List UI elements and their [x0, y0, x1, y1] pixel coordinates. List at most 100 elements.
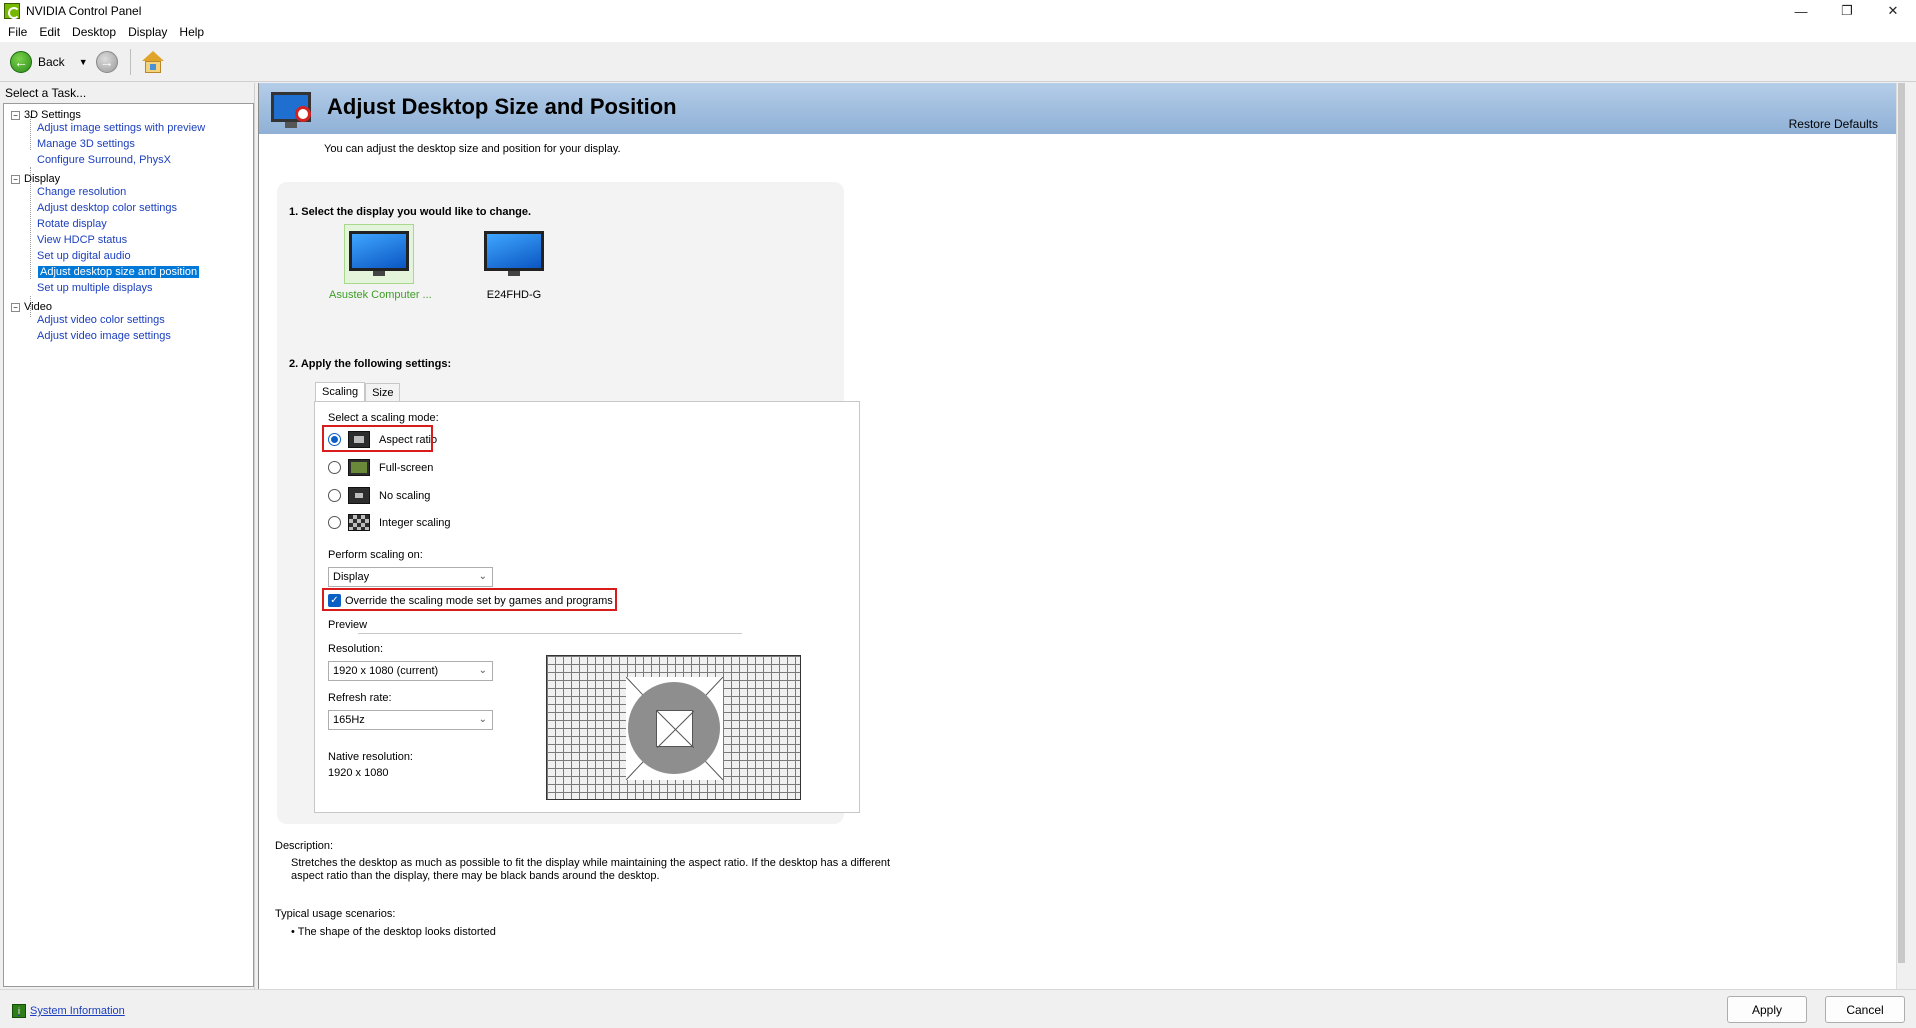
system-information-link[interactable]: i System Information [12, 1004, 125, 1018]
display-name: Asustek Computer ... [329, 289, 432, 301]
page-title: Adjust Desktop Size and Position [327, 94, 677, 119]
task-set-up-multiple-displays[interactable]: Set up multiple displays [37, 282, 153, 294]
sidebar-header: Select a Task... [5, 86, 87, 100]
refresh-rate-select[interactable]: 165Hz ⌄ [328, 710, 493, 730]
preview-label: Preview [328, 619, 368, 631]
apply-button[interactable]: Apply [1727, 996, 1807, 1023]
toolbar-separator [129, 48, 131, 75]
footer-bar: i System Information Apply Cancel [0, 989, 1916, 1028]
menu-file[interactable]: File [2, 25, 33, 39]
description-line-2: aspect ratio than the display, there may… [291, 870, 660, 882]
task-set-up-digital-audio[interactable]: Set up digital audio [37, 250, 131, 262]
task-adjust-desktop-size-position[interactable]: Adjust desktop size and position [38, 266, 200, 278]
tree-group-label: Video [24, 301, 52, 313]
description-line-1: Stretches the desktop as much as possibl… [291, 857, 891, 869]
select-value: 165Hz [333, 714, 365, 726]
radio-button[interactable] [328, 489, 341, 502]
tree-group-display[interactable]: − Display [11, 173, 60, 185]
forward-arrow-icon[interactable]: → [95, 50, 118, 73]
task-tree: − 3D Settings Adjust image settings with… [3, 103, 254, 987]
maximize-button[interactable]: ❐ [1824, 0, 1870, 22]
menu-desktop[interactable]: Desktop [66, 25, 122, 39]
collapse-icon[interactable]: − [11, 302, 20, 312]
tree-group-3d-settings[interactable]: − 3D Settings [11, 109, 81, 121]
resolution-select[interactable]: 1920 x 1080 (current) ⌄ [328, 661, 493, 681]
menu-help[interactable]: Help [173, 25, 210, 39]
collapse-icon[interactable]: − [11, 110, 20, 120]
select-value: 1920 x 1080 (current) [333, 665, 439, 677]
nvidia-app-icon [4, 3, 20, 19]
perform-scaling-select[interactable]: Display ⌄ [328, 567, 493, 587]
monitor-icon [484, 231, 544, 277]
description-label: Description: [275, 840, 334, 852]
usage-scenario-item: • The shape of the desktop looks distort… [291, 926, 496, 938]
radio-no-scaling[interactable]: No scaling [328, 487, 430, 504]
cancel-button[interactable]: Cancel [1825, 996, 1905, 1023]
page-intro-text: You can adjust the desktop size and posi… [324, 143, 621, 155]
system-information-label: System Information [30, 1005, 125, 1017]
task-view-hdcp-status[interactable]: View HDCP status [37, 234, 127, 246]
menu-display[interactable]: Display [122, 25, 173, 39]
restore-defaults-link[interactable]: Restore Defaults [1789, 117, 1878, 131]
close-button[interactable]: ✕ [1870, 0, 1916, 22]
select-value: Display [333, 571, 370, 583]
chevron-down-icon: ⌄ [478, 665, 487, 676]
menu-bar: File Edit Desktop Display Help [0, 22, 1916, 42]
main-panel: Adjust Desktop Size and Position Restore… [258, 83, 1905, 989]
radio-button[interactable] [328, 516, 341, 529]
tree-group-label: 3D Settings [24, 109, 81, 121]
radio-label: Full-screen [379, 461, 434, 474]
radio-integer-scaling[interactable]: Integer scaling [328, 514, 451, 531]
task-adjust-image-settings[interactable]: Adjust image settings with preview [37, 122, 205, 134]
radio-button[interactable] [328, 461, 341, 474]
task-adjust-desktop-color[interactable]: Adjust desktop color settings [37, 202, 177, 214]
chevron-down-icon: ⌄ [478, 714, 487, 725]
back-button-label[interactable]: Back [38, 55, 65, 69]
tree-group-label: Display [24, 173, 61, 185]
aspect-ratio-highlight [322, 425, 433, 452]
title-bar: NVIDIA Control Panel — ❐ ✕ [0, 0, 1916, 22]
radio-label: No scaling [379, 489, 431, 502]
preview-center-square [656, 710, 694, 748]
back-history-dropdown-icon[interactable]: ▼ [79, 57, 88, 67]
main-scrollbar[interactable] [1896, 83, 1905, 989]
task-adjust-video-image[interactable]: Adjust video image settings [37, 330, 171, 342]
window-controls: — ❐ ✕ [1778, 0, 1916, 22]
step1-label: 1. Select the display you would like to … [289, 206, 532, 218]
native-resolution-label: Native resolution: [328, 751, 413, 763]
tree-group-video[interactable]: − Video [11, 301, 52, 313]
scrollbar-thumb[interactable] [1898, 83, 1905, 963]
system-information-icon: i [12, 1004, 26, 1018]
preview-square-cross [657, 711, 694, 748]
task-adjust-video-color[interactable]: Adjust video color settings [37, 314, 165, 326]
back-arrow-icon[interactable]: ← [10, 50, 32, 73]
menu-edit[interactable]: Edit [33, 25, 66, 39]
task-configure-surround[interactable]: Configure Surround, PhysX [37, 154, 171, 166]
display-tile-e24fhd[interactable]: E24FHD-G [464, 224, 564, 301]
resolution-label: Resolution: [328, 643, 384, 655]
usage-scenario-text: The shape of the desktop looks distorted [297, 926, 496, 938]
scaling-mode-label: Select a scaling mode: [328, 412, 439, 424]
override-highlight [322, 588, 617, 611]
window-title: NVIDIA Control Panel [26, 4, 142, 18]
display-tile-asustek[interactable]: Asustek Computer ... [329, 224, 432, 301]
collapse-icon[interactable]: − [11, 174, 20, 184]
chevron-down-icon: ⌄ [478, 571, 487, 582]
preview-divider [358, 633, 742, 634]
native-resolution-value: 1920 x 1080 [328, 767, 389, 779]
home-icon[interactable] [141, 50, 165, 74]
display-settings-icon [271, 92, 313, 130]
task-rotate-display[interactable]: Rotate display [37, 218, 107, 230]
display-name: E24FHD-G [486, 289, 542, 301]
task-change-resolution[interactable]: Change resolution [37, 186, 126, 198]
page-header-banner: Adjust Desktop Size and Position Restore… [259, 83, 1905, 134]
radio-full-screen[interactable]: Full-screen [328, 459, 433, 476]
monitor-icon [349, 231, 409, 277]
full-screen-icon [348, 459, 370, 476]
scaling-preview [546, 655, 801, 800]
task-manage-3d-settings[interactable]: Manage 3D settings [37, 138, 135, 150]
minimize-button[interactable]: — [1778, 0, 1824, 22]
no-scaling-icon [348, 487, 370, 504]
tab-scaling[interactable]: Scaling [315, 382, 366, 403]
toolbar: ← Back ▼ → [0, 42, 1916, 82]
